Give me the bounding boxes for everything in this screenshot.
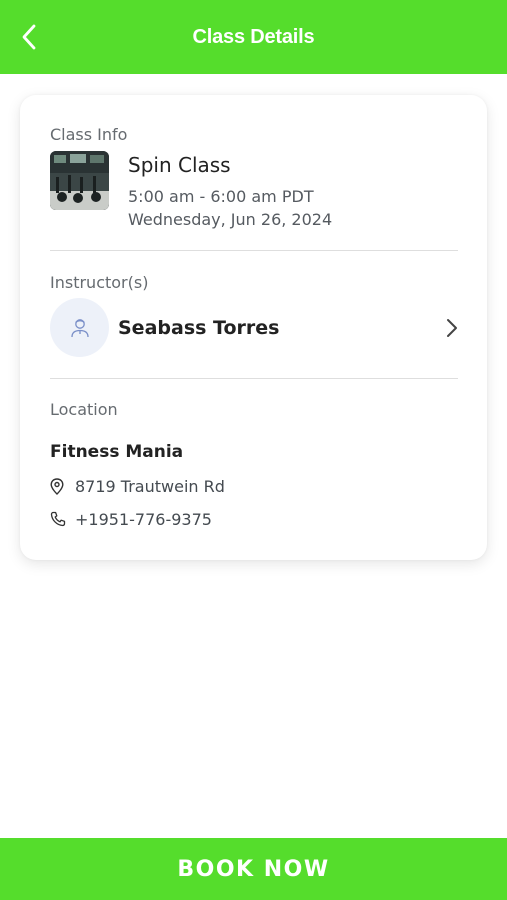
instructors-label: Instructor(s) [50,273,149,292]
phone-text: +1951-776-9375 [75,509,212,529]
class-thumbnail [50,151,109,210]
address-row[interactable]: 8719 Trautwein Rd [50,475,225,497]
page-title: Class Details [192,25,315,48]
avatar [50,298,109,357]
book-now-button[interactable]: BOOK NOW [0,838,507,900]
phone-icon [50,511,66,527]
address-text: 8719 Trautwein Rd [75,476,225,496]
person-icon [70,318,89,337]
instructor-name: Seabass Torres [118,317,280,339]
divider [50,378,458,379]
class-time: 5:00 am - 6:00 am PDT [128,187,314,206]
phone-row[interactable]: +1951-776-9375 [50,508,212,530]
app-header: Class Details [0,0,507,74]
location-label: Location [50,400,118,419]
chevron-right-icon [447,319,457,337]
chevron-left-icon [22,24,36,50]
venue-name: Fitness Mania [50,442,184,462]
back-button[interactable] [14,19,44,55]
class-date: Wednesday, Jun 26, 2024 [128,210,333,229]
map-pin-icon [50,477,66,495]
book-now-label: BOOK NOW [177,856,330,882]
class-name: Spin Class [128,153,231,177]
class-info-label: Class Info [50,125,128,144]
class-details-card: Class Info Spin Class 5:00 am - 6:00 am … [20,95,487,560]
instructor-item[interactable]: Seabass Torres [50,298,460,358]
divider [50,250,458,251]
